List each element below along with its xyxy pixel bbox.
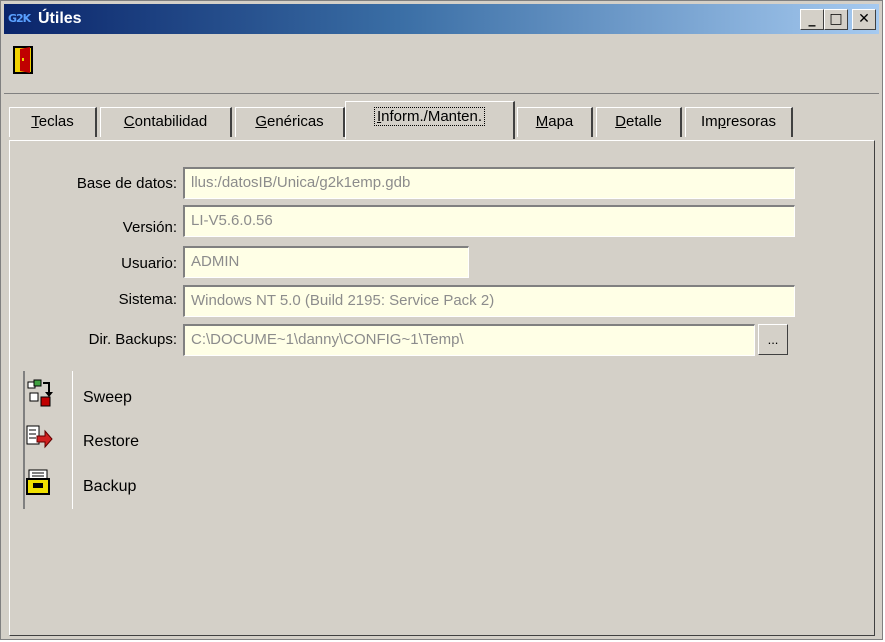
title-bar[interactable]: G2K Útiles _ □ ✕ xyxy=(4,4,879,34)
tab-genericas[interactable]: Genéricas xyxy=(235,107,345,137)
maximize-icon: □ xyxy=(829,11,843,27)
tab-teclas[interactable]: Teclas xyxy=(9,107,97,137)
backup-dir-label: Dir. Backups: xyxy=(88,331,177,348)
minimize-icon: _ xyxy=(808,11,816,27)
window-title: Útiles xyxy=(38,10,82,27)
version-label: Versión: xyxy=(122,219,177,236)
user-label: Usuario: xyxy=(121,255,177,272)
backup-label[interactable]: Backup xyxy=(83,477,136,497)
tab-contabilidad[interactable]: Contabilidad xyxy=(100,107,232,137)
version-field[interactable]: LI-V5.6.0.56 xyxy=(183,205,795,237)
g2k-app-icon: G2K xyxy=(8,12,31,25)
sweep-icon[interactable] xyxy=(25,379,53,407)
sweep-label[interactable]: Sweep xyxy=(83,388,132,408)
minimize-button[interactable]: _ xyxy=(800,9,824,30)
tab-mapa[interactable]: Mapa xyxy=(517,107,593,137)
close-button[interactable]: ✕ xyxy=(852,9,876,30)
maximize-button[interactable]: □ xyxy=(824,9,848,30)
backup-dir-field[interactable]: C:\DOCUME~1\danny\CONFIG~1\Temp\ xyxy=(183,324,755,356)
restore-label[interactable]: Restore xyxy=(83,432,139,452)
database-field[interactable]: llus:/datosIB/Unica/g2k1emp.gdb xyxy=(183,167,795,199)
restore-icon[interactable] xyxy=(25,424,53,452)
system-field[interactable]: Windows NT 5.0 (Build 2195: Service Pack… xyxy=(183,285,795,317)
database-label: Base de datos: xyxy=(76,175,177,192)
close-icon: ✕ xyxy=(858,11,870,27)
backup-icon[interactable] xyxy=(25,468,53,496)
tab-detalle[interactable]: Detalle xyxy=(596,107,682,137)
browse-backup-dir-button[interactable]: ... xyxy=(758,324,788,355)
toolbar xyxy=(4,37,879,94)
tab-impresoras[interactable]: Impresoras xyxy=(685,107,793,137)
exit-door-icon[interactable] xyxy=(12,45,34,75)
utiles-window: G2K Útiles _ □ ✕ Teclas Contabilidad Gen… xyxy=(0,0,883,640)
user-field[interactable]: ADMIN xyxy=(183,246,469,278)
tab-strip: Teclas Contabilidad Genéricas Inform./Ma… xyxy=(9,99,829,141)
tab-inform-manten[interactable]: Inform./Manten. xyxy=(345,101,515,139)
system-label: Sistema: xyxy=(118,291,177,308)
